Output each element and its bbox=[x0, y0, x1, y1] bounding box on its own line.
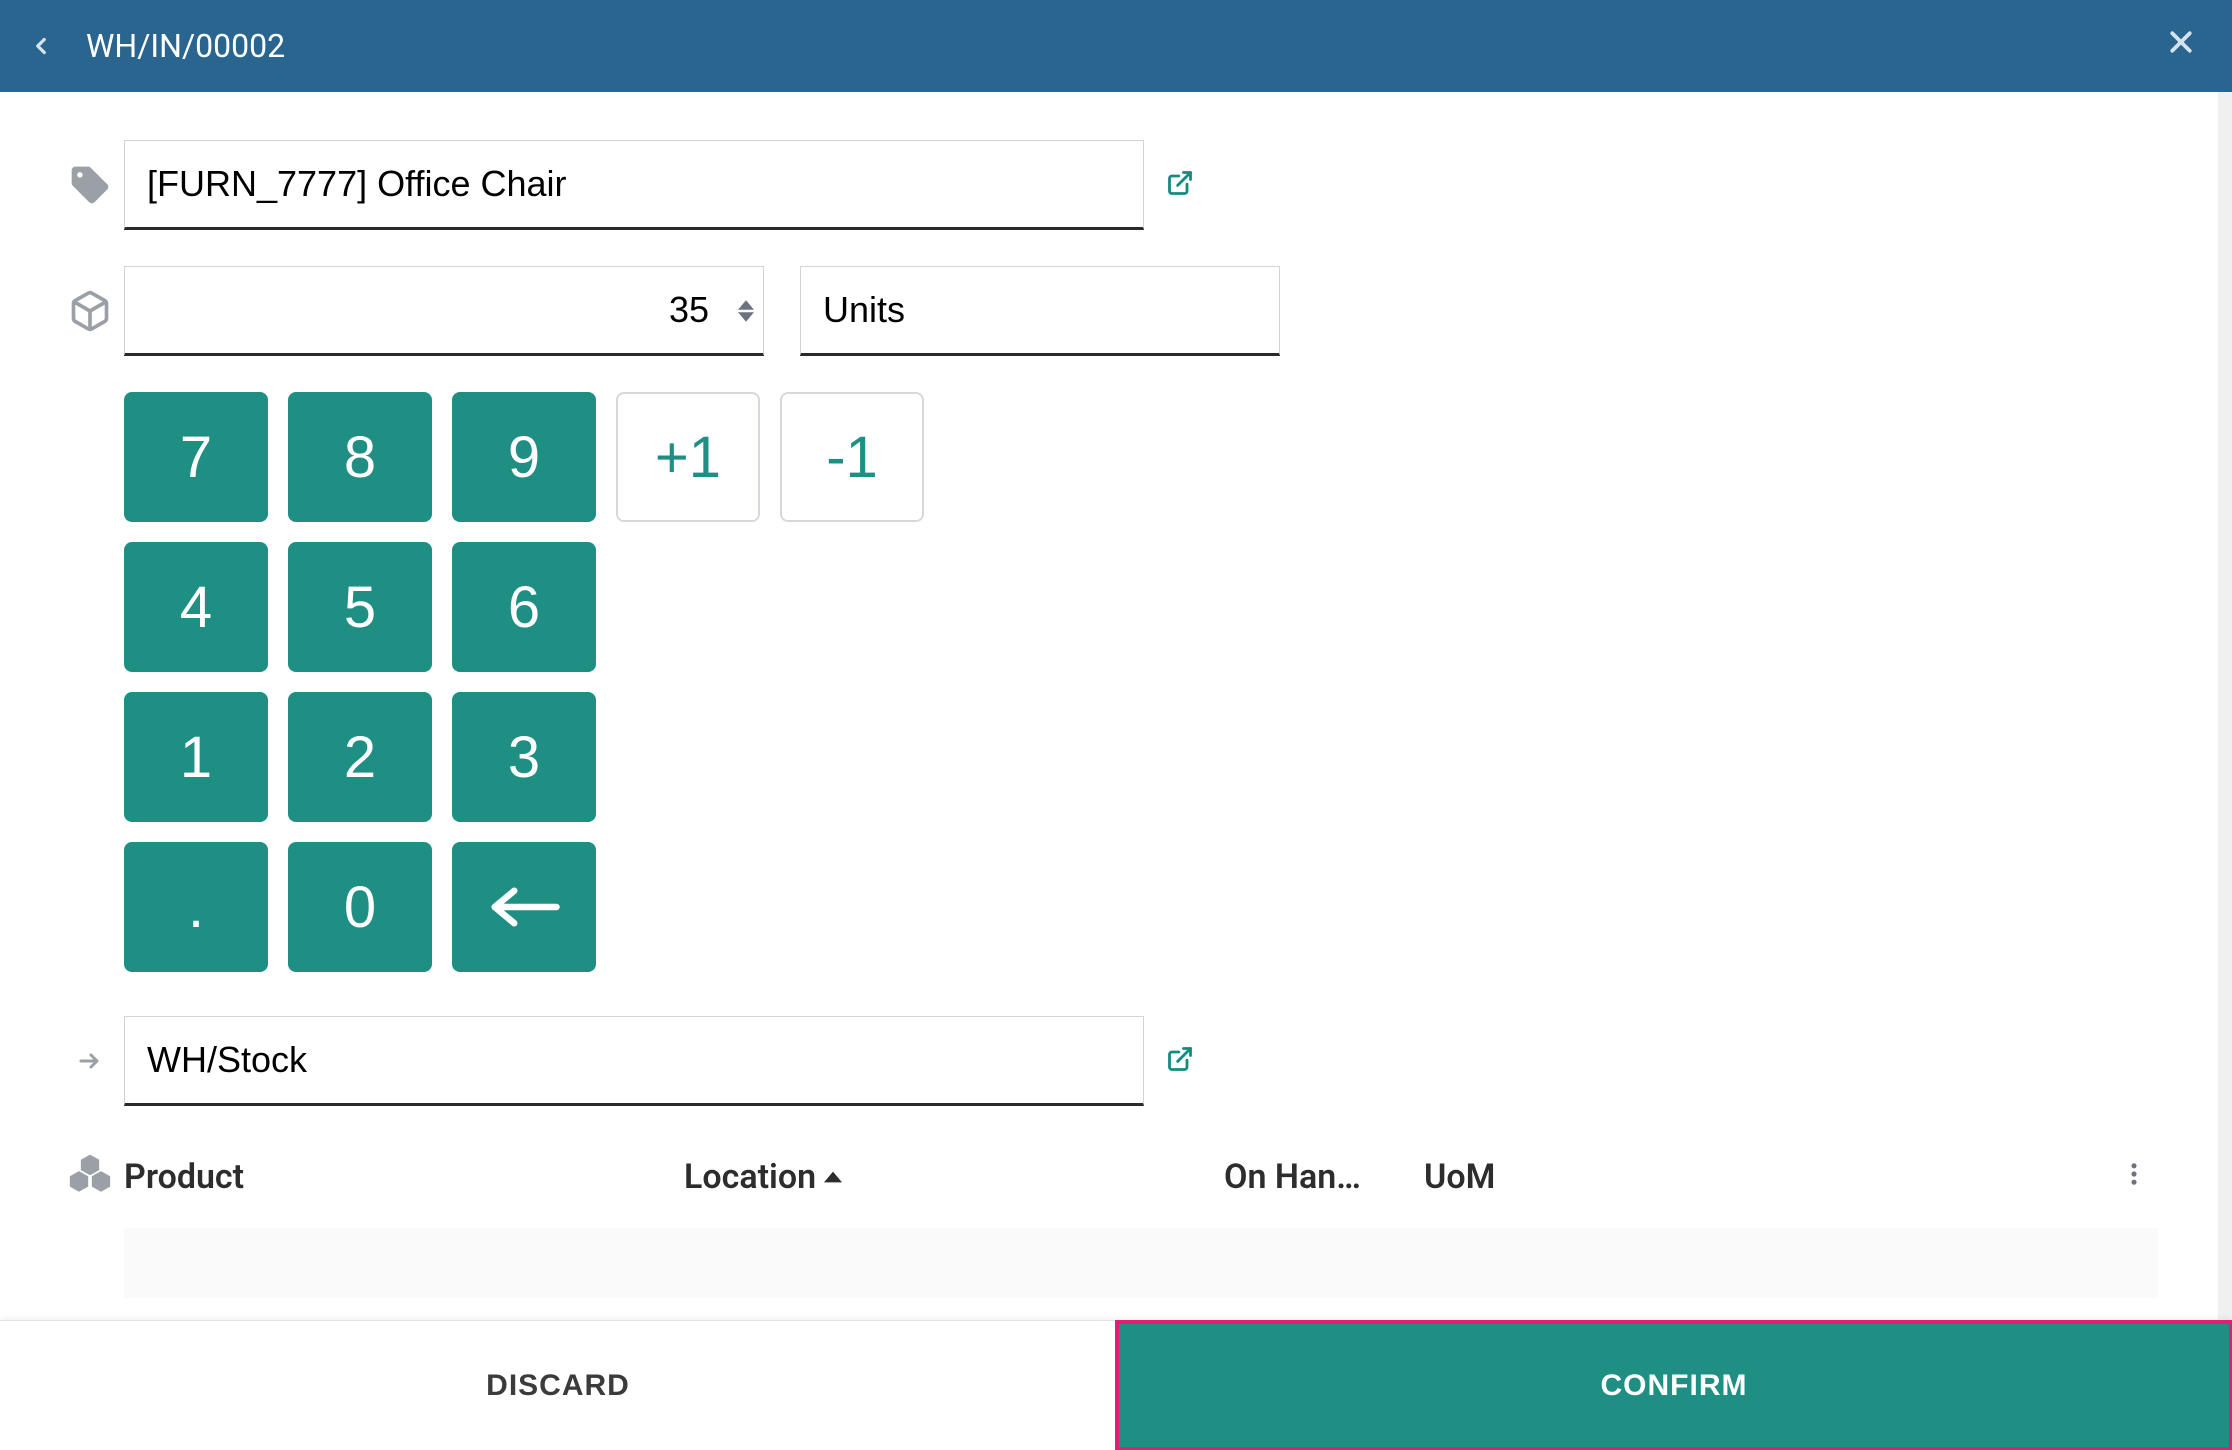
modal-header: WH/IN/00002 bbox=[0, 0, 2232, 92]
modal-footer: DISCARD CONFIRM bbox=[0, 1320, 2232, 1450]
modal-title: WH/IN/00002 bbox=[86, 27, 285, 65]
arrow-right-icon bbox=[68, 1049, 124, 1073]
column-location-label: Location bbox=[684, 1157, 816, 1197]
numpad-1[interactable]: 1 bbox=[124, 692, 268, 822]
numpad-4[interactable]: 4 bbox=[124, 542, 268, 672]
sort-asc-icon bbox=[824, 1171, 842, 1183]
modal-body: 789+1-1 456 123.0 Product Location On Han…… bbox=[0, 92, 2232, 1320]
numpad-7[interactable]: 7 bbox=[124, 392, 268, 522]
numpad-5[interactable]: 5 bbox=[288, 542, 432, 672]
numpad-backspace[interactable] bbox=[452, 842, 596, 972]
close-button[interactable] bbox=[2166, 26, 2196, 66]
chevron-up-icon[interactable] bbox=[738, 300, 754, 310]
uom-input[interactable] bbox=[800, 266, 1280, 356]
cube-icon bbox=[68, 289, 124, 333]
location-input[interactable] bbox=[124, 1016, 1144, 1106]
quantity-row bbox=[0, 266, 2218, 356]
numpad-8[interactable]: 8 bbox=[288, 392, 432, 522]
discard-button[interactable]: DISCARD bbox=[0, 1321, 1116, 1450]
numpad-plus-one[interactable]: +1 bbox=[616, 392, 760, 522]
column-uom[interactable]: UoM bbox=[1424, 1157, 1574, 1197]
column-product[interactable]: Product bbox=[124, 1157, 684, 1197]
quantity-input[interactable] bbox=[124, 266, 764, 356]
numpad-minus-one[interactable]: -1 bbox=[780, 392, 924, 522]
external-link-icon[interactable] bbox=[1166, 169, 1194, 201]
numpad-dot[interactable]: . bbox=[124, 842, 268, 972]
numpad-6[interactable]: 6 bbox=[452, 542, 596, 672]
tag-icon bbox=[68, 163, 124, 207]
column-location[interactable]: Location bbox=[684, 1157, 1224, 1197]
numpad-9[interactable]: 9 bbox=[452, 392, 596, 522]
back-button[interactable] bbox=[28, 33, 54, 59]
product-input[interactable] bbox=[124, 140, 1144, 230]
numpad-2[interactable]: 2 bbox=[288, 692, 432, 822]
kebab-menu[interactable] bbox=[2120, 1157, 2148, 1197]
numpad-3[interactable]: 3 bbox=[452, 692, 596, 822]
stock-table-body bbox=[124, 1228, 2158, 1298]
column-onhand[interactable]: On Han… bbox=[1224, 1157, 1404, 1197]
cubes-icon bbox=[68, 1151, 124, 1204]
chevron-down-icon[interactable] bbox=[738, 312, 754, 322]
numpad-0[interactable]: 0 bbox=[288, 842, 432, 972]
numpad: 789+1-1 456 123.0 bbox=[0, 392, 2218, 972]
external-link-icon[interactable] bbox=[1166, 1045, 1194, 1077]
confirm-button[interactable]: CONFIRM bbox=[1116, 1321, 2232, 1450]
quantity-spinner[interactable] bbox=[738, 300, 754, 322]
stock-table-header: Product Location On Han… UoM bbox=[0, 1142, 2218, 1212]
product-row bbox=[0, 140, 2218, 230]
location-row bbox=[0, 1016, 2218, 1106]
